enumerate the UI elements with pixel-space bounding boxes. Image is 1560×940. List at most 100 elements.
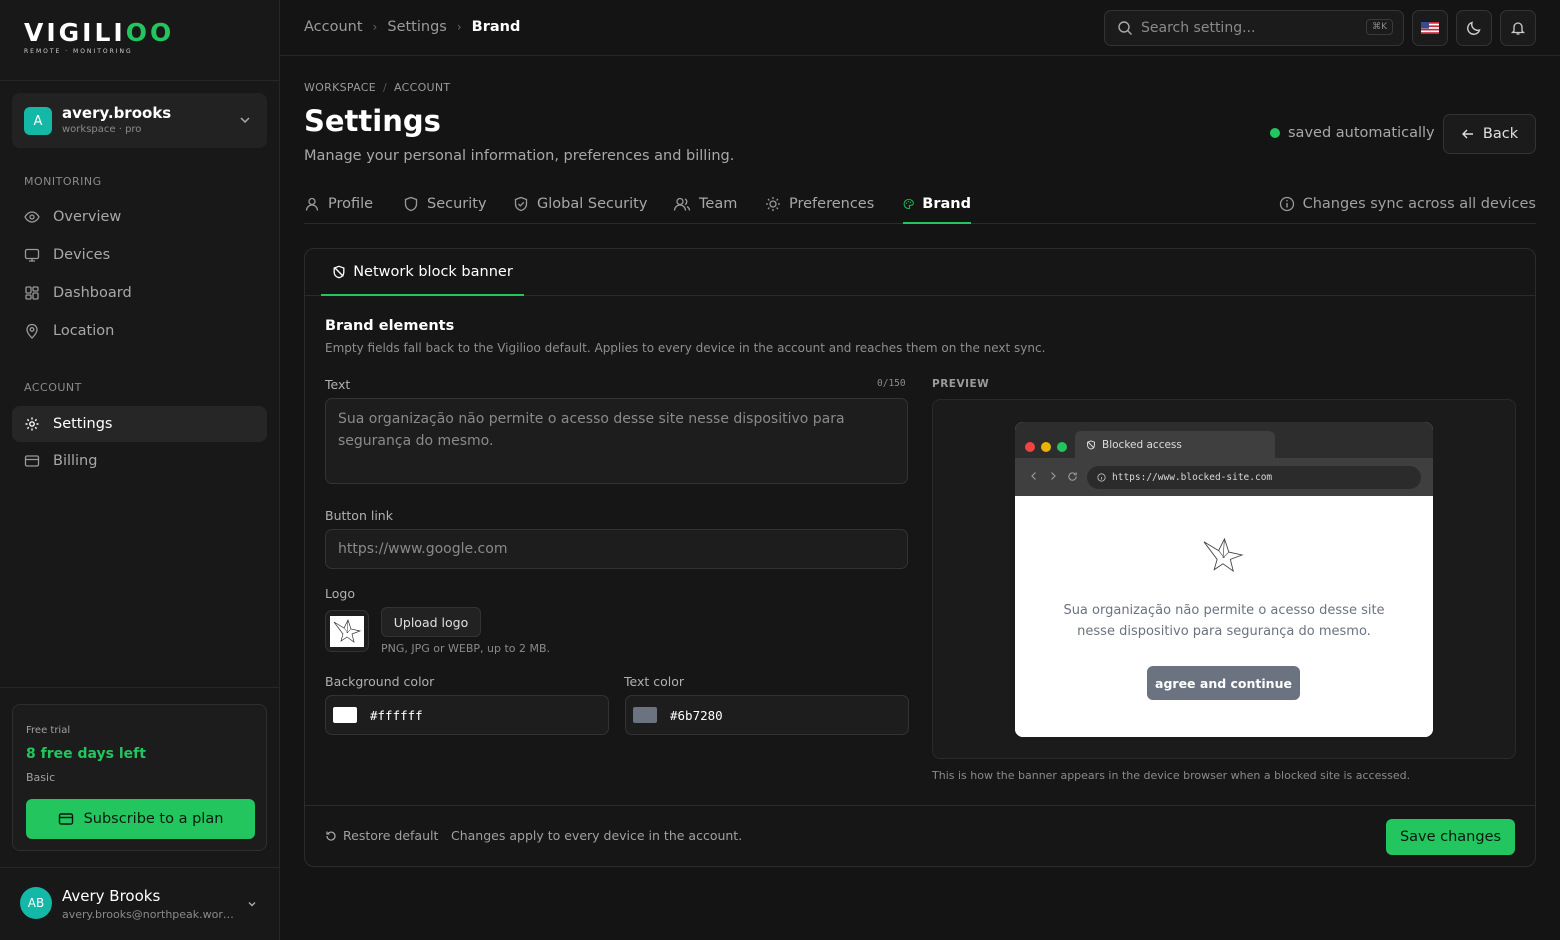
text-label: Text [325, 377, 351, 392]
chevron-right-icon: › [372, 20, 378, 34]
logo-thumbnail [325, 610, 369, 652]
text-color-field[interactable]: #6b7280 [625, 695, 909, 735]
chevron-down-icon[interactable] [246, 898, 258, 910]
button-link-field[interactable]: https://www.google.com [325, 529, 908, 569]
save-changes-button[interactable]: Save changes [1386, 819, 1515, 855]
tab-brand[interactable]: Brand [903, 188, 971, 224]
chevron-right-icon: › [456, 20, 462, 34]
us-flag-icon [1421, 22, 1439, 34]
subscribe-button[interactable]: Subscribe to a plan [26, 799, 255, 839]
sidebar-item-location[interactable]: Location [12, 313, 267, 349]
tab-team[interactable]: Team [673, 188, 737, 224]
sidebar-item-billing[interactable]: Billing [12, 443, 267, 479]
user-email: avery.brooks@northpeak.workspace [62, 908, 234, 921]
upload-hint: PNG, JPG or WEBP, up to 2 MB. [381, 642, 551, 655]
credit-card-icon [24, 455, 40, 467]
back-button[interactable]: Back [1443, 114, 1536, 154]
shield-check-icon [514, 196, 528, 212]
bg-color-field[interactable]: #ffffff [325, 695, 609, 735]
minimize-dot [1041, 442, 1051, 452]
crumb-account: ACCOUNT [393, 81, 451, 94]
button-link-label: Button link [325, 508, 393, 523]
banner-preview: Sua organização não permite o acesso des… [1015, 496, 1433, 737]
moon-icon [1467, 21, 1481, 35]
text-color-swatch[interactable] [633, 707, 657, 723]
tab-label: Profile [328, 196, 374, 212]
card-footer: Restore default Changes apply to every d… [305, 805, 1535, 866]
theme-toggle[interactable] [1456, 10, 1492, 46]
subscribe-button-label: Subscribe to a plan [83, 811, 224, 827]
tab-label: Security [427, 196, 487, 212]
section-title: Brand elements [325, 318, 455, 334]
banner-text-field[interactable]: Sua organização não permite o acesso des… [325, 398, 908, 484]
browser-url-text: https://www.blocked-site.com [1112, 472, 1273, 483]
bg-color-value: #ffffff [370, 707, 423, 723]
language-button[interactable] [1412, 10, 1448, 46]
banner-message: Sua organização não permite o acesso des… [1063, 603, 1385, 639]
chevron-down-icon [240, 117, 250, 124]
divider [0, 867, 279, 868]
bg-color-swatch[interactable] [333, 707, 357, 723]
search-icon [1118, 21, 1132, 35]
breadcrumb-account[interactable]: Account [304, 19, 363, 35]
sidebar-item-label: Settings [53, 416, 113, 432]
gear-icon [25, 417, 39, 431]
save-status-label: saved automatically [1288, 125, 1435, 141]
sidebar: VIGILIOO REMOTE · MONITORING A avery.bro… [0, 0, 280, 940]
reload-icon [1068, 472, 1077, 481]
char-counter: 0/150 [877, 378, 906, 389]
logo-text: VIGILI [24, 18, 126, 47]
separator: / [382, 81, 387, 94]
tab-network-block-banner[interactable]: Network block banner [321, 249, 524, 296]
info-icon [1097, 473, 1106, 482]
monitor-icon [24, 248, 40, 262]
restore-default-button[interactable]: Restore default [325, 828, 438, 843]
sidebar-item-settings[interactable]: Settings [12, 406, 267, 442]
breadcrumb-settings[interactable]: Settings [387, 19, 446, 35]
user-icon [305, 197, 319, 211]
workspace-switcher[interactable]: A avery.brooks workspace · pro [12, 93, 267, 148]
tab-security[interactable]: Security [403, 188, 487, 224]
avatar[interactable]: AB [20, 887, 52, 919]
sun-icon [766, 197, 780, 211]
page-subtitle: Manage your personal information, prefer… [304, 148, 735, 164]
bird-logo-icon [1203, 537, 1244, 573]
app-logo[interactable]: VIGILIOO REMOTE · MONITORING [24, 18, 174, 55]
restore-icon [326, 830, 336, 841]
tab-profile[interactable]: Profile [304, 188, 373, 224]
palette-icon [903, 198, 914, 210]
logo-label: Logo [325, 586, 355, 601]
sidebar-item-overview[interactable]: Overview [12, 199, 267, 235]
tab-global-security[interactable]: Global Security [513, 188, 647, 224]
workspace-name: avery.brooks [62, 104, 172, 122]
browser-tab-title: Blocked access [1102, 438, 1182, 451]
back-arrow-icon [1031, 472, 1036, 480]
notifications-button[interactable] [1500, 10, 1536, 46]
eye-icon [24, 211, 40, 223]
browser-url: https://www.blocked-site.com [1087, 466, 1421, 489]
sync-note-text: Changes sync across all devices [1302, 196, 1536, 212]
divider [0, 80, 279, 81]
shield-icon [404, 196, 418, 212]
forward-arrow-icon [1051, 472, 1056, 480]
bg-color-label: Background color [325, 674, 435, 689]
users-icon [673, 197, 691, 211]
search-input[interactable]: Search setting... ⌘K [1104, 10, 1404, 46]
tab-preferences[interactable]: Preferences [765, 188, 874, 224]
sidebar-item-dashboard[interactable]: Dashboard [12, 275, 267, 311]
status-dot [1270, 128, 1280, 138]
map-pin-icon [26, 323, 38, 339]
breadcrumb-brand: Brand [471, 19, 521, 35]
page-title: Settings [304, 104, 441, 138]
back-button-label: Back [1482, 126, 1519, 142]
sidebar-item-label: Location [53, 323, 115, 339]
sidebar-item-devices[interactable]: Devices [12, 237, 267, 273]
browser-mockup: Blocked access https://www.blocked-site.… [1015, 422, 1433, 737]
upload-logo-button[interactable]: Upload logo [381, 607, 481, 637]
bell-icon [1510, 22, 1526, 35]
topbar: Account › Settings › Brand Search settin… [280, 0, 1560, 56]
agree-continue-button: agree and continue [1147, 666, 1300, 700]
trial-plan: Basic [26, 771, 56, 784]
bird-logo-icon [333, 619, 362, 643]
trial-label: Free trial [26, 725, 71, 736]
